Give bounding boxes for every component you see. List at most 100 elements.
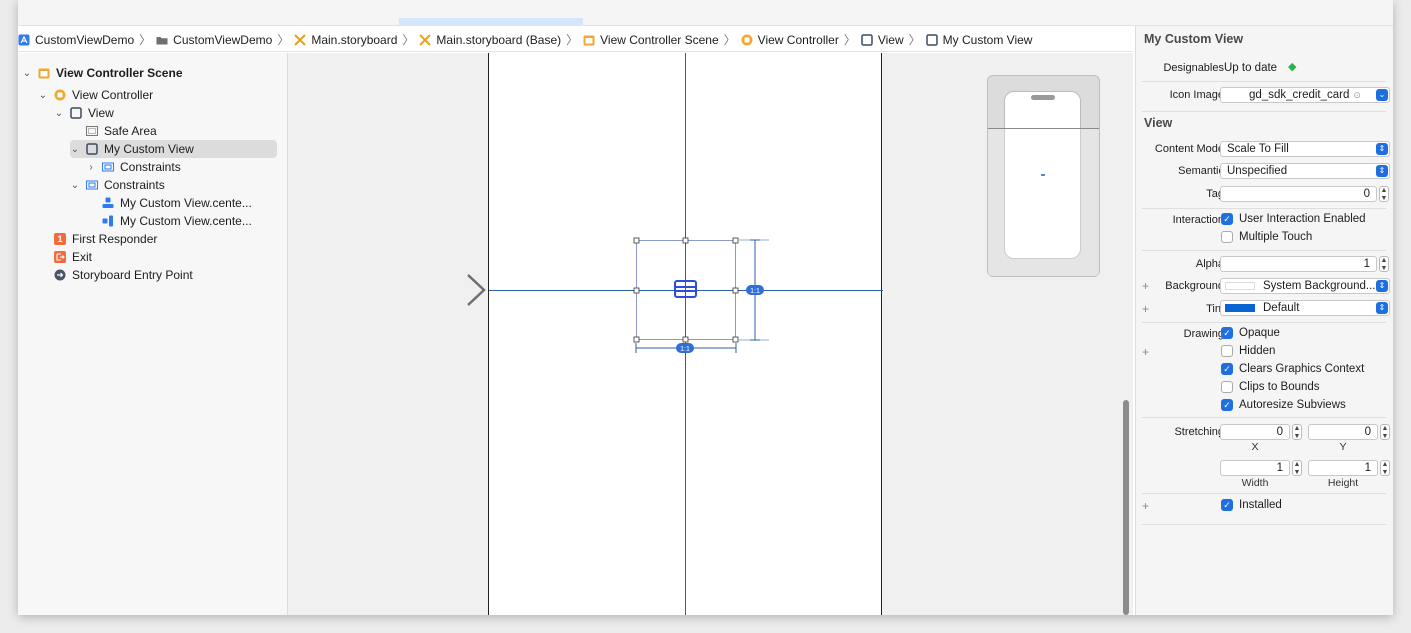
- entry-point-icon: [54, 269, 66, 281]
- outline-row-view-controller[interactable]: ⌄ View Controller: [38, 86, 153, 104]
- outline-row-custom-view[interactable]: ⌄ My Custom View: [70, 140, 277, 158]
- alpha-stepper[interactable]: ▲ ▼: [1379, 256, 1389, 272]
- breadcrumb-item-project[interactable]: CustomViewDemo: [18, 33, 134, 47]
- outline-row-constraints[interactable]: ⌄ Constraints: [70, 176, 165, 194]
- clears-graphics-checkbox[interactable]: ✓ Clears Graphics Context: [1221, 363, 1364, 375]
- outline-label: Exit: [72, 250, 93, 264]
- stretch-height-field[interactable]: 1: [1308, 460, 1378, 476]
- stretch-width-stepper[interactable]: ▲ ▼: [1292, 460, 1302, 476]
- updown-arrow-icon: ⇕: [1376, 165, 1388, 177]
- breadcrumb-item-custom-view[interactable]: My Custom View: [925, 33, 1032, 47]
- minimap-viewport[interactable]: [988, 128, 1099, 276]
- background-popup[interactable]: System Background... ⇕: [1220, 278, 1390, 294]
- chevron-right-icon: 〉: [843, 33, 856, 47]
- arrow-circle-icon[interactable]: ⊙: [1353, 90, 1361, 101]
- outline-label: Constraints: [104, 178, 165, 192]
- plus-icon[interactable]: +: [1142, 499, 1149, 513]
- outline-row-entry-point[interactable]: Storyboard Entry Point: [54, 266, 193, 284]
- safe-area-icon: [86, 125, 98, 137]
- exit-icon: [54, 251, 66, 263]
- horizontal-constraint-icon: [102, 197, 114, 209]
- outline-row-constraints-inner[interactable]: › Constraints: [86, 158, 180, 176]
- stretch-width-field[interactable]: 1: [1220, 460, 1290, 476]
- checkmark-icon: ✓: [1221, 327, 1233, 339]
- checkbox-label: Hidden: [1239, 345, 1276, 357]
- stretch-y-field[interactable]: 0: [1308, 424, 1378, 440]
- outline-label: My Custom View.cente...: [120, 214, 252, 228]
- semantic-popup[interactable]: Unspecified ⇕: [1220, 163, 1390, 179]
- checkbox-label: Clips to Bounds: [1239, 381, 1320, 393]
- tag-stepper[interactable]: ▲ ▼: [1379, 186, 1389, 202]
- outline-row-scene[interactable]: ⌄ View Controller Scene: [22, 64, 183, 82]
- outline-row-first-responder[interactable]: 1 First Responder: [54, 230, 157, 248]
- view-controller-canvas[interactable]: 1:1 1:1: [488, 53, 883, 615]
- updown-arrow-icon: ⇕: [1376, 302, 1388, 314]
- stretch-width-label: Width: [1241, 477, 1269, 489]
- stretch-width-value: 1: [1276, 462, 1283, 474]
- chevron-down-icon[interactable]: ⌄: [22, 68, 32, 79]
- chevron-right-icon[interactable]: ›: [86, 162, 96, 173]
- chevron-right-icon: 〉: [908, 33, 921, 47]
- attributes-inspector: My Custom View Designables Up to date ◆ …: [1135, 26, 1393, 615]
- outline-label: View Controller: [72, 88, 154, 102]
- breadcrumb-item-group[interactable]: CustomViewDemo: [156, 33, 272, 47]
- user-interaction-checkbox[interactable]: ✓ User Interaction Enabled: [1221, 213, 1366, 225]
- outline-row-exit[interactable]: Exit: [54, 248, 92, 266]
- divider: [1142, 250, 1386, 251]
- autoresize-checkbox[interactable]: ✓ Autoresize Subviews: [1221, 399, 1346, 411]
- breadcrumb-item-storyboard[interactable]: Main.storyboard: [294, 33, 397, 47]
- divider: [1142, 322, 1386, 323]
- canvas-scrollbar[interactable]: [1123, 400, 1129, 615]
- chevron-down-icon[interactable]: ⌄: [1376, 89, 1388, 101]
- opaque-checkbox[interactable]: ✓ Opaque: [1221, 327, 1280, 339]
- content-mode-popup[interactable]: Scale To Fill ⇕: [1220, 141, 1390, 157]
- minimap-notch: [1031, 95, 1055, 100]
- multiple-touch-checkbox[interactable]: Multiple Touch: [1221, 231, 1312, 243]
- breadcrumb-item-view-controller[interactable]: View Controller: [741, 33, 839, 47]
- chevron-right-icon: 〉: [402, 33, 415, 47]
- chevron-down-icon[interactable]: ⌄: [70, 144, 80, 155]
- designables-label: Designables: [1163, 62, 1224, 74]
- outline-row-constraint-1[interactable]: My Custom View.cente...: [102, 194, 252, 212]
- breadcrumb-item-storyboard-base[interactable]: Main.storyboard (Base): [419, 33, 561, 47]
- plus-icon[interactable]: +: [1142, 345, 1149, 359]
- vertical-constraint-icon: [102, 215, 114, 227]
- checkbox-label: Installed: [1239, 499, 1282, 511]
- view-section-title: View: [1144, 116, 1173, 130]
- tint-popup[interactable]: Default ⇕: [1220, 300, 1390, 316]
- alpha-field[interactable]: 1: [1220, 256, 1377, 272]
- outline-row-constraint-2[interactable]: My Custom View.cente...: [102, 212, 252, 230]
- divider: [1142, 417, 1386, 418]
- outline-row-view[interactable]: ⌄ View: [54, 104, 114, 122]
- checkmark-icon: ✓: [1221, 399, 1233, 411]
- outline-label: First Responder: [72, 232, 158, 246]
- view-icon: [70, 107, 82, 119]
- outline-label: My Custom View: [104, 142, 194, 156]
- toolbar-highlight: [399, 18, 583, 26]
- tint-value: Default: [1263, 302, 1300, 314]
- chevron-down-icon[interactable]: ⌄: [54, 108, 64, 119]
- outline-label: Safe Area: [104, 124, 157, 138]
- stretch-y-stepper[interactable]: ▲ ▼: [1380, 424, 1390, 440]
- icon-image-combo[interactable]: gd_sdk_credit_card ⊙ ⌄: [1220, 87, 1390, 103]
- stretch-height-stepper[interactable]: ▲ ▼: [1380, 460, 1390, 476]
- installed-checkbox[interactable]: ✓ Installed: [1221, 499, 1282, 511]
- checkbox-box: [1221, 345, 1233, 357]
- semantic-label: Semantic: [1178, 165, 1224, 177]
- semantic-value: Unspecified: [1227, 165, 1288, 177]
- breadcrumb-item-view[interactable]: View: [861, 33, 904, 47]
- stretch-x-field[interactable]: 0: [1220, 424, 1290, 440]
- breadcrumb-item-scene[interactable]: View Controller Scene: [583, 33, 719, 47]
- clips-bounds-checkbox[interactable]: Clips to Bounds: [1221, 381, 1320, 393]
- storyboard-canvas[interactable]: 1:1 1:1: [288, 53, 1133, 615]
- outline-row-safe-area[interactable]: Safe Area: [86, 122, 157, 140]
- toolbar-strip: [18, 0, 1393, 26]
- hidden-checkbox[interactable]: Hidden: [1221, 345, 1275, 357]
- entry-point-arrow[interactable]: [388, 274, 486, 306]
- content-mode-value: Scale To Fill: [1227, 143, 1289, 155]
- chevron-down-icon[interactable]: ⌄: [70, 180, 80, 191]
- stretch-x-stepper[interactable]: ▲ ▼: [1292, 424, 1302, 440]
- chevron-down-icon[interactable]: ⌄: [38, 90, 48, 101]
- device-minimap[interactable]: [987, 75, 1100, 277]
- tag-field[interactable]: 0: [1220, 186, 1377, 202]
